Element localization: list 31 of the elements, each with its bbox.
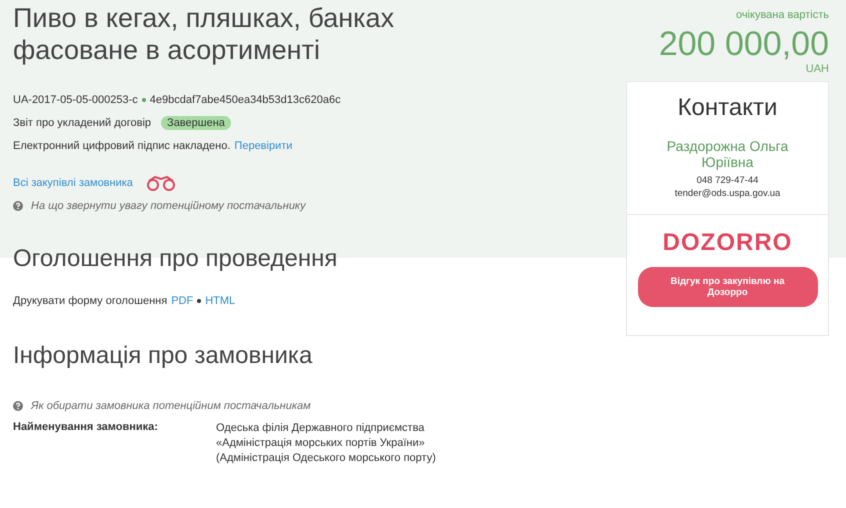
- field-value: Одеська філія Державного підприємства «Адміністрація морських портів України» (Адміністрація Одеського морського порту): [216, 421, 436, 466]
- separator-dot: [142, 98, 146, 102]
- value-label: очікувана вартість: [736, 9, 829, 21]
- print-label: Друкувати форму оголошення: [13, 294, 168, 306]
- hint-text: Як обирати замовника потенційним постачальникам: [31, 400, 311, 412]
- hint-text: На що звернути увагу потенційному постачальнику: [31, 200, 306, 212]
- print-format-link[interactable]: PDF: [171, 294, 194, 306]
- status-badge: Завершена: [161, 116, 231, 130]
- signature-text: Електронний цифровий підпис накладено.: [13, 140, 230, 152]
- tender-title: Пиво в кегах, пляшках, банках фасоване в асортименті: [13, 2, 396, 66]
- help-icon: [13, 400, 23, 410]
- contacts-title: Контакти: [678, 94, 778, 122]
- separator-dot: [197, 298, 202, 302]
- contact-phone: 048 729-47-44: [696, 174, 758, 187]
- feedback-button[interactable]: Відгук про закупівлю на Дозорро: [638, 267, 818, 307]
- tender-id: UA-2017-05-05-000253-c: [13, 94, 138, 106]
- section-heading: Інформація про замовника: [13, 342, 314, 370]
- currency-label: UAH: [806, 63, 829, 75]
- field-label: Найменування замовника:: [13, 421, 159, 435]
- binoculars-icon: [144, 174, 177, 190]
- verify-link[interactable]: Перевірити: [234, 140, 292, 152]
- value-amount: 200 000,00: [658, 25, 829, 63]
- report-label: Звіт про укладений договір: [13, 116, 152, 128]
- contact-email: tender@ods.uspa.gov.ua: [674, 187, 780, 200]
- section-heading: Оголошення про проведення: [13, 245, 338, 273]
- print-format-link[interactable]: HTML: [205, 294, 236, 306]
- tender-hash: 4e9bcdaf7abe450ea34b53d13c620a6c: [150, 94, 341, 106]
- all-purchases-link[interactable]: Всі закупівлі замовника: [13, 176, 133, 188]
- dozorro-logo: DOZORRO: [662, 229, 792, 257]
- help-icon: [13, 200, 23, 210]
- contact-name: Раздорожна Ольга Юріївна: [666, 138, 790, 170]
